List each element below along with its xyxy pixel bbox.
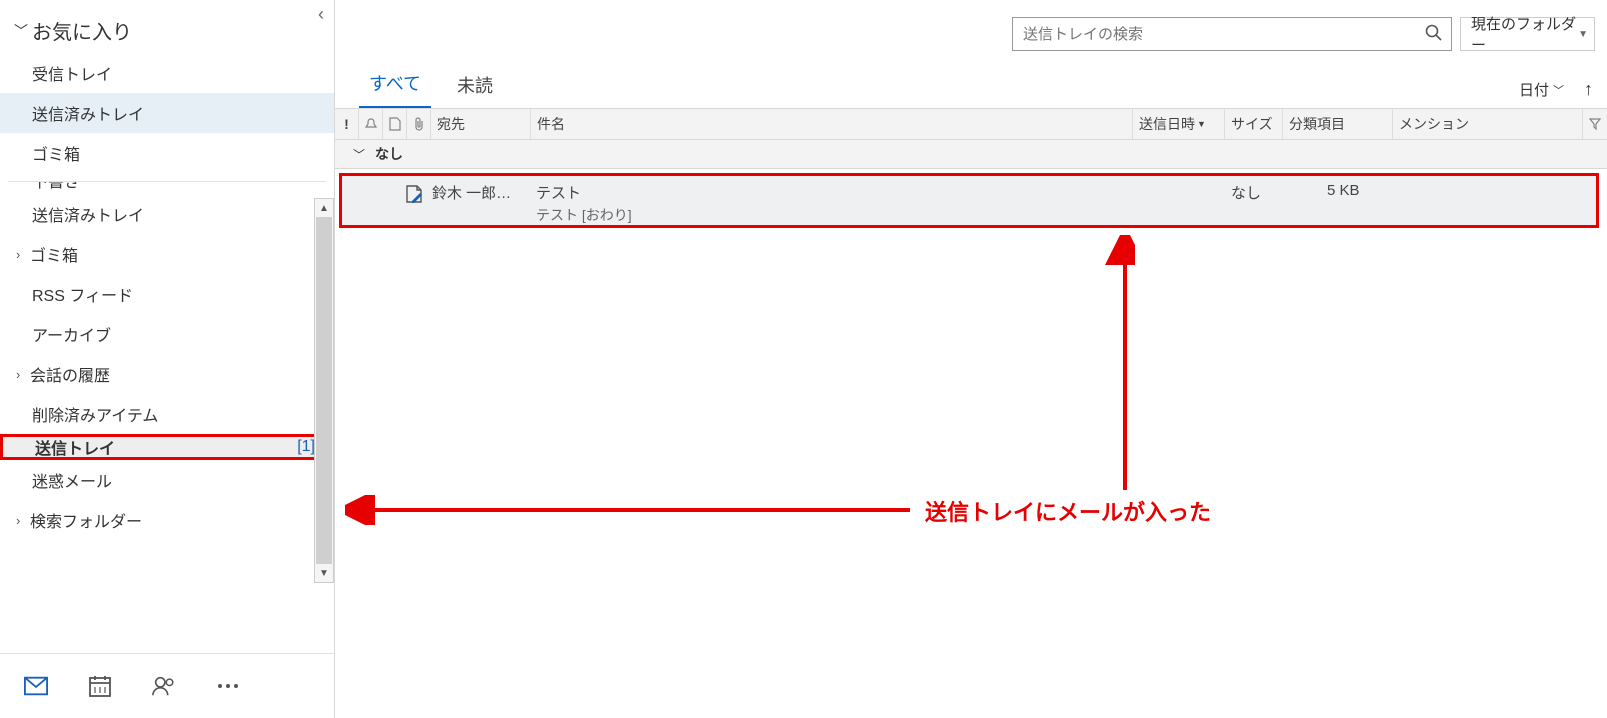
msg-subject: テスト (536, 182, 1231, 203)
folder-archive[interactable]: アーカイブ (0, 314, 334, 354)
main-pane: 現在のフォルダー ▼ すべて 未読 日付 ﹀ ↑ ! (335, 0, 1607, 718)
col-mention[interactable]: メンション (1393, 109, 1583, 139)
col-sent[interactable]: 送信日時▼ (1133, 109, 1225, 139)
chevron-down-icon: ﹀ (14, 21, 28, 41)
search-scope-dropdown[interactable]: 現在のフォルダー ▼ (1460, 17, 1595, 51)
folder-search-folders[interactable]: › 検索フォルダー (0, 500, 334, 540)
tab-unread[interactable]: 未読 (447, 68, 503, 108)
scroll-down-icon[interactable]: ▼ (315, 564, 333, 582)
group-label: なし (375, 144, 403, 164)
annotation-arrow-left (345, 495, 925, 525)
annotation-text: 送信トレイにメールが入った (925, 495, 1211, 527)
col-subject[interactable]: 件名 (531, 109, 1133, 139)
folder-sent-items[interactable]: 送信済みトレイ (0, 194, 334, 234)
col-categories[interactable]: 分類項目 (1283, 109, 1393, 139)
folder-drafts[interactable]: 下書き (0, 182, 334, 194)
folder-rss[interactable]: RSS フィード (0, 274, 334, 314)
folder-inbox[interactable]: 受信トレイ (0, 53, 334, 93)
folder-deleted-items[interactable]: 削除済みアイテム (0, 394, 334, 434)
draft-message-icon (404, 184, 424, 208)
search-scope-label: 現在のフォルダー (1471, 13, 1578, 55)
calendar-icon[interactable] (88, 674, 112, 698)
chevron-right-icon: › (16, 247, 30, 262)
folder-outbox[interactable]: 送信トレイ [1] (0, 434, 334, 460)
scroll-thumb[interactable] (316, 217, 332, 564)
mail-icon[interactable] (24, 674, 48, 698)
message-row[interactable]: 鈴木 一郎… テスト テスト [おわり] なし 5 KB (339, 173, 1599, 228)
dropdown-icon: ▼ (1578, 29, 1588, 40)
folder-trash-fav[interactable]: ゴミ箱 (0, 133, 334, 173)
folder-conversation-history[interactable]: › 会話の履歴 (0, 354, 334, 394)
folder-junk[interactable]: 迷惑メール (0, 460, 334, 500)
more-icon[interactable] (216, 674, 240, 698)
column-header: ! 宛先 件名 送信日時▼ サイズ 分類項目 メンション (335, 108, 1607, 140)
sort-desc-icon: ▼ (1197, 119, 1206, 129)
msg-sent: なし (1231, 182, 1327, 203)
chevron-down-icon: ﹀ (353, 146, 365, 163)
chevron-right-icon: › (16, 513, 30, 528)
chevron-right-icon: › (16, 367, 30, 382)
col-to[interactable]: 宛先 (431, 109, 531, 139)
col-reminder-icon[interactable] (359, 109, 383, 139)
favorites-heading[interactable]: ﹀ お気に入り (0, 0, 334, 53)
col-item-icon[interactable] (383, 109, 407, 139)
msg-to: 鈴木 一郎… (432, 182, 536, 203)
folder-trash[interactable]: › ゴミ箱 (0, 234, 334, 274)
sidebar: ‹ ﹀ お気に入り 受信トレイ 送信済みトレイ ゴミ箱 下書き 送信済みトレイ (0, 0, 335, 718)
sidebar-scrollbar[interactable]: ▲ ▼ (314, 198, 334, 583)
col-importance-icon[interactable]: ! (335, 109, 359, 139)
col-filter-icon[interactable] (1583, 109, 1607, 139)
people-icon[interactable] (152, 674, 176, 698)
chevron-down-icon: ﹀ (1553, 82, 1564, 98)
group-row[interactable]: ﹀ なし (335, 140, 1607, 169)
search-input[interactable] (1021, 25, 1425, 44)
msg-preview: テスト [おわり] (536, 205, 1231, 225)
sort-direction-icon[interactable]: ↑ (1584, 79, 1593, 100)
outbox-count: [1] (297, 438, 315, 456)
nav-switcher (0, 653, 334, 718)
msg-size: 5 KB (1327, 182, 1401, 199)
sort-by-button[interactable]: 日付 ﹀ (1519, 79, 1564, 100)
folder-sent-items-fav[interactable]: 送信済みトレイ (0, 93, 334, 133)
col-size[interactable]: サイズ (1225, 109, 1283, 139)
scroll-up-icon[interactable]: ▲ (315, 199, 333, 217)
favorites-label: お気に入り (32, 16, 132, 45)
tab-all[interactable]: すべて (359, 66, 431, 108)
search-box[interactable] (1012, 17, 1452, 51)
col-attachment-icon[interactable] (407, 109, 431, 139)
search-icon[interactable] (1425, 24, 1443, 45)
annotation-arrow-up (735, 235, 1135, 510)
